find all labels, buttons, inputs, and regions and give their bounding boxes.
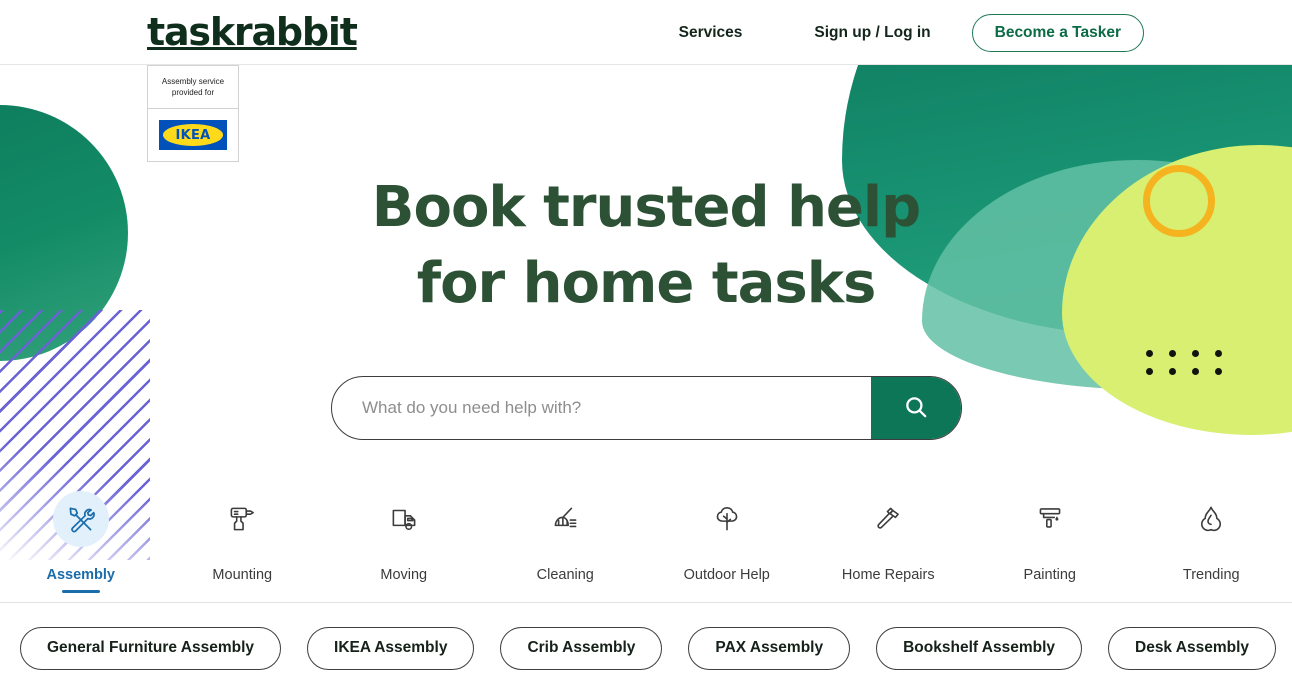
dot-grid-shape: [1146, 350, 1238, 386]
ikea-badge-line2: provided for: [171, 88, 215, 97]
tree-icon: [701, 495, 753, 543]
ikea-logo: IKEA: [159, 120, 227, 150]
ikea-logo-wrapper: IKEA: [148, 109, 238, 161]
chip-crib-assembly[interactable]: Crib Assembly: [500, 626, 663, 670]
subcategory-chips: General Furniture Assembly IKEA Assembly…: [0, 626, 1292, 670]
active-tab-underline: [61, 590, 100, 593]
category-label: Home Repairs: [841, 567, 935, 583]
hero-headline-line-1: Book trusted help: [371, 175, 921, 240]
broom-icon: [539, 495, 591, 543]
category-tab-mounting[interactable]: Mounting: [162, 495, 324, 602]
site-header: taskrabbit Services Sign up / Log in Bec…: [0, 0, 1292, 65]
search-button[interactable]: [871, 377, 961, 439]
category-tab-outdoor-help[interactable]: Outdoor Help: [646, 495, 808, 602]
chip-bookshelf-assembly[interactable]: Bookshelf Assembly: [876, 626, 1082, 670]
category-tab-trending[interactable]: Trending: [1131, 495, 1292, 602]
hammer-icon: [862, 495, 914, 543]
category-label: Assembly: [46, 567, 115, 583]
ikea-badge-caption: Assembly service provided for: [148, 66, 238, 109]
hero-headline-line-2: for home tasks: [416, 251, 877, 316]
category-tab-painting[interactable]: Painting: [969, 495, 1131, 602]
category-label: Trending: [1182, 567, 1240, 583]
category-tab-cleaning[interactable]: Cleaning: [485, 495, 647, 602]
ikea-logo-text: IKEA: [175, 127, 211, 143]
chip-ikea-assembly[interactable]: IKEA Assembly: [307, 626, 475, 670]
taskrabbit-homepage: taskrabbit Services Sign up / Log in Bec…: [0, 0, 1292, 676]
moving-truck-icon: [378, 495, 430, 543]
category-label: Cleaning: [536, 567, 594, 583]
become-a-tasker-button[interactable]: Become a Tasker: [971, 13, 1144, 52]
ikea-logo-oval: IKEA: [163, 124, 223, 146]
chip-pax-assembly[interactable]: PAX Assembly: [688, 626, 851, 670]
paint-roller-icon: [1024, 495, 1076, 543]
hero-headline: Book trusted help for home tasks: [0, 170, 1292, 322]
nav-item-services[interactable]: Services: [679, 24, 743, 42]
category-label: Moving: [380, 567, 428, 583]
ikea-badge-line1: Assembly service: [161, 77, 225, 86]
ikea-partner-badge: Assembly service provided for IKEA: [147, 65, 239, 162]
nav-item-signup-login[interactable]: Sign up / Log in: [814, 24, 930, 42]
hero-search-bar: [331, 376, 962, 440]
category-tabs: Assembly Mounting Moving Cleaning Outdoo…: [0, 491, 1292, 602]
tools-icon: [52, 491, 109, 547]
drill-icon: [216, 495, 268, 543]
category-label: Mounting: [212, 567, 273, 583]
section-divider: [0, 602, 1292, 603]
main-navigation: Services Sign up / Log in Become a Taske…: [679, 0, 1144, 65]
category-tab-home-repairs[interactable]: Home Repairs: [808, 495, 970, 602]
flame-icon: [1185, 495, 1237, 543]
category-label: Outdoor Help: [683, 567, 770, 583]
category-tab-assembly[interactable]: Assembly: [0, 491, 162, 602]
search-icon: [903, 394, 929, 423]
category-label: Painting: [1023, 567, 1076, 583]
chip-general-furniture-assembly[interactable]: General Furniture Assembly: [20, 626, 282, 670]
chip-desk-assembly[interactable]: Desk Assembly: [1108, 626, 1277, 670]
search-input[interactable]: [332, 377, 871, 439]
category-tab-moving[interactable]: Moving: [323, 495, 485, 602]
taskrabbit-logo[interactable]: taskrabbit: [147, 11, 358, 53]
